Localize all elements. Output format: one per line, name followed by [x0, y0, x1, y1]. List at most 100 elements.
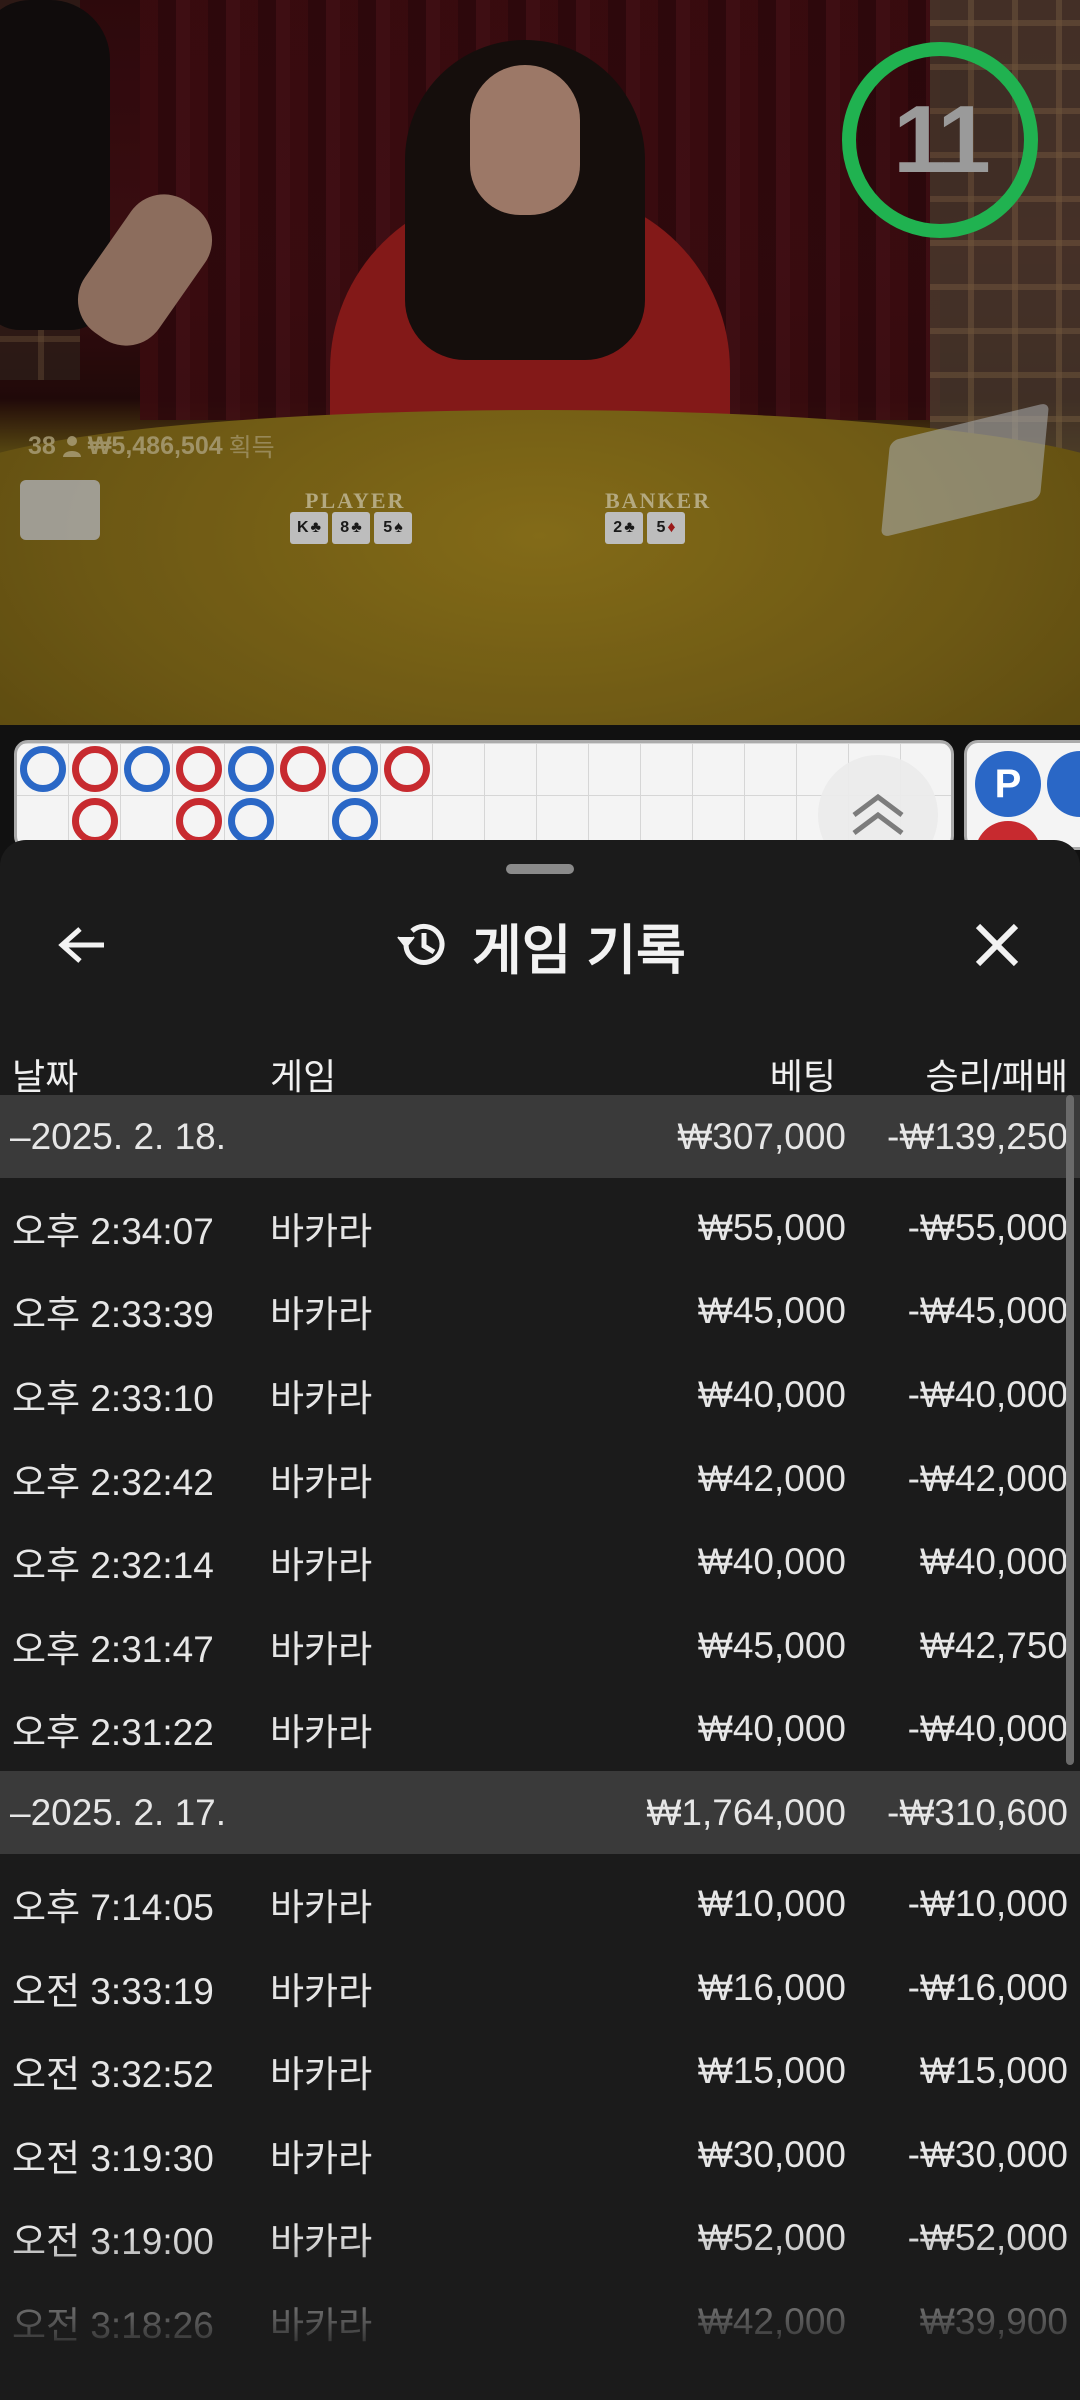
countdown-timer: 11	[842, 42, 1038, 238]
row-bet: ₩42,000	[697, 1457, 846, 1499]
row-time: 오전 3:33:19	[12, 1970, 214, 2012]
row-bet: ₩30,000	[697, 2133, 846, 2175]
row-game: 바카라	[270, 1294, 373, 1336]
row-result: ₩40,000	[919, 1541, 1068, 1583]
date-group-header[interactable]: –2025. 2. 17. ₩1,764,000 -₩310,600	[0, 1771, 1080, 1855]
player-bead	[124, 746, 170, 792]
row-game: 바카라	[270, 1545, 373, 1587]
row-result: ₩42,750	[919, 1624, 1068, 1666]
table-row[interactable]: 오후 2:33:39 바카라 ₩45,000 -₩45,000	[0, 1270, 1080, 1354]
row-bet: ₩42,000	[697, 2300, 846, 2342]
table-row[interactable]: 오전 3:19:00 바카라 ₩52,000 -₩52,000	[0, 2197, 1080, 2281]
live-video[interactable]: PLAYER BANKER K ♣ 8 ♣ 5 ♠ 2 ♣ 5 ♦ 38 ₩5,486,504 …	[0, 0, 1080, 725]
row-bet: ₩52,000	[697, 2217, 846, 2259]
row-bet: ₩40,000	[697, 1373, 846, 1415]
row-bet: ₩40,000	[697, 1708, 846, 1750]
row-game: 바카라	[270, 1461, 373, 1503]
table-row[interactable]: 오후 2:32:14 바카라 ₩40,000 ₩40,000	[0, 1520, 1080, 1604]
group-result-total: -₩310,600	[887, 1791, 1068, 1833]
row-result: -₩40,000	[907, 1708, 1068, 1750]
column-result: 승리/패배	[925, 1056, 1068, 1097]
row-bet: ₩55,000	[697, 1206, 846, 1248]
player-bead	[20, 746, 66, 792]
row-game: 바카라	[270, 1886, 373, 1928]
row-result: -₩55,000	[907, 1206, 1068, 1248]
timer-value: 11	[893, 86, 991, 193]
drag-handle[interactable]	[506, 864, 574, 874]
table-row[interactable]: 오전 3:19:30 바카라 ₩30,000 -₩30,000	[0, 2113, 1080, 2197]
row-time: 오후 2:33:10	[12, 1377, 214, 1419]
group-bet-total: ₩1,764,000	[646, 1791, 846, 1833]
date-group-header[interactable]: –2025. 2. 18. ₩307,000 -₩139,250	[0, 1095, 1080, 1178]
banker-bead	[280, 746, 326, 792]
table-row[interactable]: 오전 3:32:52 바카라 ₩15,000 ₩15,000	[0, 2029, 1080, 2113]
banker-bead	[384, 746, 430, 792]
group-date: –2025. 2. 17.	[10, 1791, 227, 1833]
group-bet-total: ₩307,000	[677, 1115, 846, 1157]
row-result: -₩42,000	[907, 1457, 1068, 1499]
close-button[interactable]	[964, 912, 1030, 978]
row-time: 오후 2:33:39	[12, 1294, 214, 1336]
row-game: 바카라	[270, 2054, 373, 2096]
row-time: 오전 3:32:52	[12, 2054, 214, 2096]
row-result: -₩30,000	[907, 2133, 1068, 2175]
game-history-sheet: 게임 기록 날짜 게임 베팅 승리/패배 –2025. 2. 18. ₩307,0…	[0, 840, 1080, 2400]
row-game: 바카라	[270, 2221, 373, 2263]
column-game: 게임	[270, 1056, 337, 1097]
row-time: 오전 3:19:30	[12, 2137, 214, 2179]
banker-bead	[176, 746, 222, 792]
side-road[interactable]: P	[964, 740, 1080, 850]
row-bet: ₩45,000	[697, 1290, 846, 1332]
banker-bead	[176, 798, 222, 844]
row-time: 오전 3:19:00	[12, 2221, 214, 2263]
row-time: 오후 7:14:05	[12, 1886, 214, 1928]
player-bead	[332, 798, 378, 844]
table-row[interactable]: 오후 7:14:05 바카라 ₩10,000 -₩10,000	[0, 1862, 1080, 1946]
row-game: 바카라	[270, 1970, 373, 2012]
title-group: 게임 기록	[0, 912, 1080, 981]
row-bet: ₩10,000	[697, 1882, 846, 1924]
player-bead	[228, 798, 274, 844]
player-predict[interactable]: P	[975, 751, 1041, 817]
history-icon	[397, 923, 445, 965]
banker-bead	[72, 746, 118, 792]
row-result: -₩40,000	[907, 1373, 1068, 1415]
row-result: -₩10,000	[907, 1882, 1068, 1924]
table-row[interactable]: 오전 3:18:26 바카라 ₩42,000 ₩39,900	[0, 2280, 1080, 2364]
table-row[interactable]: 오후 2:33:10 바카라 ₩40,000 -₩40,000	[0, 1353, 1080, 1437]
scrollbar[interactable]	[1066, 1095, 1074, 1765]
table-row[interactable]: 오전 3:33:19 바카라 ₩16,000 -₩16,000	[0, 1946, 1080, 2030]
group-date: –2025. 2. 18.	[10, 1115, 227, 1157]
history-list[interactable]: –2025. 2. 18. ₩307,000 -₩139,250 오후 2:34:07…	[0, 1095, 1080, 2364]
row-time: 오후 2:32:14	[12, 1545, 214, 1587]
row-time: 오후 2:31:47	[12, 1628, 214, 1670]
row-game: 바카라	[270, 1377, 373, 1419]
close-icon	[975, 923, 1019, 967]
bead-road[interactable]	[14, 740, 954, 850]
row-game: 바카라	[270, 1712, 373, 1754]
column-date: 날짜	[12, 1056, 79, 1097]
table-row[interactable]: 오후 2:34:07 바카라 ₩55,000 -₩55,000	[0, 1186, 1080, 1270]
row-time: 오전 3:18:26	[12, 2304, 214, 2346]
row-game: 바카라	[270, 1210, 373, 1252]
row-result: -₩16,000	[907, 1966, 1068, 2008]
table-row[interactable]: 오후 2:31:47 바카라 ₩45,000 ₩42,750	[0, 1604, 1080, 1688]
row-bet: ₩40,000	[697, 1541, 846, 1583]
row-result: ₩15,000	[919, 2050, 1068, 2092]
row-time: 오후 2:32:42	[12, 1461, 214, 1503]
group-result-total: -₩139,250	[887, 1115, 1068, 1157]
double-chevron-up-icon	[852, 793, 904, 835]
sheet-header: 게임 기록	[0, 890, 1080, 1000]
sheet-title: 게임 기록	[472, 920, 686, 981]
row-time: 오후 2:31:22	[12, 1712, 214, 1754]
row-bet: ₩45,000	[697, 1624, 846, 1666]
row-result: -₩52,000	[907, 2217, 1068, 2259]
banker-bead	[72, 798, 118, 844]
table-row[interactable]: 오후 2:31:22 바카라 ₩40,000 -₩40,000	[0, 1688, 1080, 1772]
player-bead	[332, 746, 378, 792]
player-bead	[228, 746, 274, 792]
table-row[interactable]: 오후 2:32:42 바카라 ₩42,000 -₩42,000	[0, 1437, 1080, 1521]
row-result: -₩45,000	[907, 1290, 1068, 1332]
